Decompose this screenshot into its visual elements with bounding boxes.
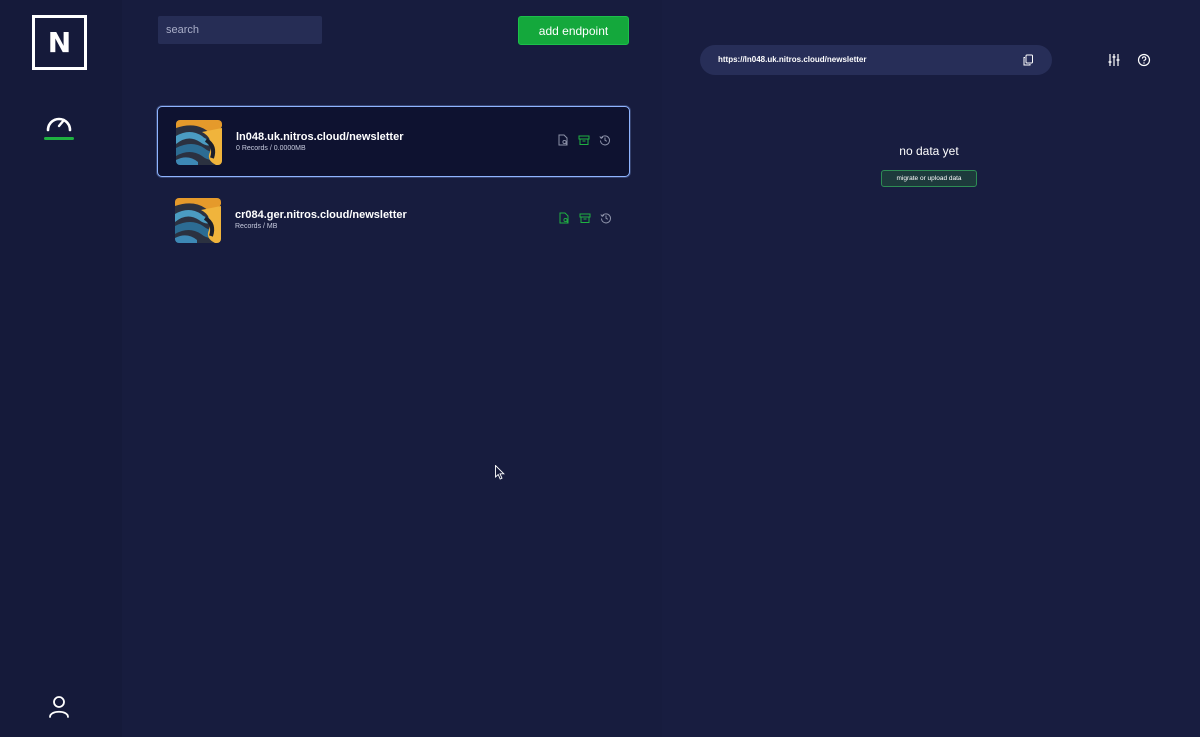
mouse-cursor-icon: [495, 465, 505, 480]
endpoint-url: https://ln048.uk.nitros.cloud/newsletter: [718, 55, 867, 64]
endpoint-title: cr084.ger.nitros.cloud/newsletter: [235, 209, 407, 221]
help-icon[interactable]: [1137, 53, 1151, 67]
nav-active-indicator: [44, 137, 74, 140]
app-logo[interactable]: N: [32, 15, 87, 70]
account-button[interactable]: [47, 694, 71, 718]
history-icon[interactable]: [599, 134, 611, 146]
endpoint-card[interactable]: cr084.ger.nitros.cloud/newsletter Record…: [157, 185, 630, 256]
endpoint-stats: Records / MB: [235, 223, 278, 230]
copy-icon[interactable]: [1022, 54, 1034, 66]
detail-panel: [662, 0, 1200, 737]
add-endpoint-button[interactable]: add endpoint: [518, 16, 629, 45]
migrate-upload-button[interactable]: migrate or upload data: [881, 170, 977, 187]
file-search-icon[interactable]: [558, 212, 570, 224]
archive-icon[interactable]: [578, 134, 590, 146]
search-input[interactable]: [158, 16, 322, 44]
endpoint-thumbnail: [175, 198, 221, 243]
speedometer-icon: [46, 117, 72, 132]
endpoint-title: ln048.uk.nitros.cloud/newsletter: [236, 131, 404, 143]
user-icon: [49, 696, 69, 718]
file-search-icon[interactable]: [557, 134, 569, 146]
endpoint-card[interactable]: ln048.uk.nitros.cloud/newsletter 0 Recor…: [157, 106, 630, 177]
endpoint-thumbnail: [176, 120, 222, 165]
empty-state-title: no data yet: [899, 144, 959, 158]
endpoint-url-bar[interactable]: https://ln048.uk.nitros.cloud/newsletter: [700, 45, 1052, 75]
history-icon[interactable]: [600, 212, 612, 224]
logo-letter: N: [47, 26, 72, 59]
archive-icon[interactable]: [579, 212, 591, 224]
sliders-icon[interactable]: [1107, 53, 1121, 67]
endpoint-stats: 0 Records / 0.0000MB: [236, 145, 306, 152]
